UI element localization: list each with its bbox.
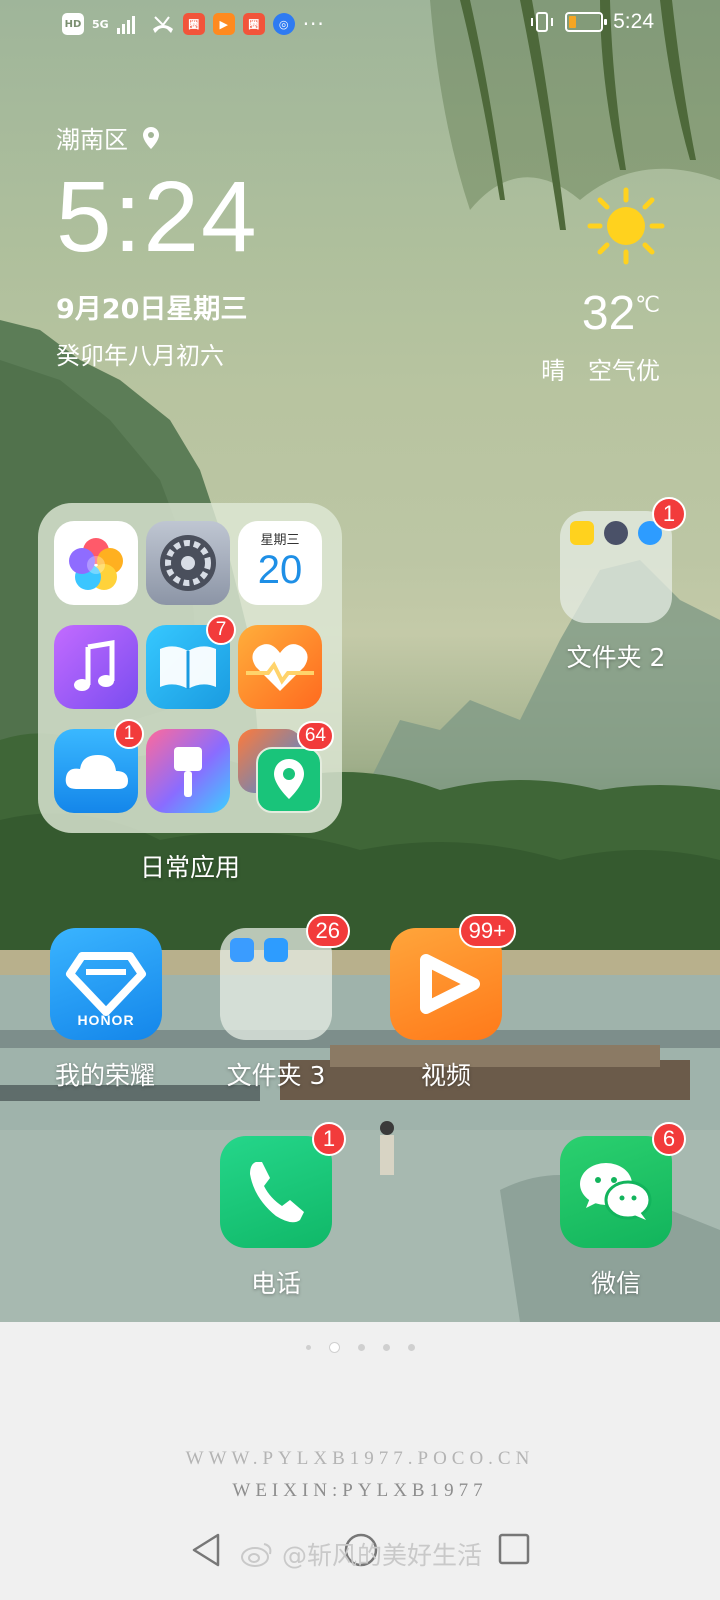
books-badge: 7 xyxy=(206,615,236,645)
wechat-badge: 6 xyxy=(652,1122,686,1156)
wechat-app-icon[interactable]: 6 xyxy=(560,1122,686,1248)
video-notification-icon: ▶ xyxy=(212,13,235,35)
weather-description: 晴 空气优 xyxy=(541,351,660,386)
folder-3-badge: 26 xyxy=(305,914,350,948)
battery-icon xyxy=(565,12,608,32)
folder-daily-apps[interactable]: 星期三 20 7 1 64 xyxy=(38,503,342,833)
folder-3[interactable]: 26 xyxy=(220,914,350,1040)
video-app-icon[interactable]: 99+ xyxy=(390,914,516,1040)
browser-notification-icon: ◎ xyxy=(272,13,295,35)
honor-app-icon[interactable]: HONOR xyxy=(50,928,162,1040)
more-icon: ··· xyxy=(302,12,325,36)
missed-call-icon xyxy=(152,16,173,33)
watermark-weixin: WEIXIN:PYLXB1977 xyxy=(232,1480,488,1501)
temperature-unit: ℃ xyxy=(635,292,660,317)
weather-condition: 晴 xyxy=(541,357,566,385)
settings-icon[interactable] xyxy=(146,521,230,605)
folder-2[interactable]: 1 xyxy=(560,497,686,623)
watermark-url: WWW.PYLXB1977.POCO.CN xyxy=(185,1448,535,1469)
5g-signal-icon: 5G xyxy=(92,19,109,30)
back-icon[interactable] xyxy=(190,1532,222,1568)
mini-app-market-icon xyxy=(264,938,288,962)
air-quality-label: 空气优 xyxy=(588,357,660,385)
page-dot[interactable] xyxy=(357,1344,365,1351)
clock-widget[interactable]: 潮南区 5:24 9月20日星期三 癸卯年八月初六 xyxy=(56,120,259,371)
location-badge: 64 xyxy=(296,721,334,751)
network-type-label: 5G xyxy=(92,17,109,31)
phone-badge: 1 xyxy=(312,1122,346,1156)
temperature-label: 32℃ xyxy=(541,286,660,341)
app-notification-icon: 圈 xyxy=(182,13,205,35)
mini-honor-store-icon xyxy=(230,938,254,962)
wechat-app-label: 微信 xyxy=(590,1269,641,1298)
signal-icon xyxy=(116,16,135,34)
page-dot[interactable] xyxy=(305,1345,311,1350)
sun-icon xyxy=(587,187,665,265)
page-dot[interactable] xyxy=(382,1344,390,1351)
weibo-handle: @斩风的美好生活 xyxy=(282,1541,483,1570)
music-icon[interactable] xyxy=(54,625,138,709)
app-notification-icon: 圈 xyxy=(242,13,265,35)
calendar-weekday: 星期三 xyxy=(260,533,300,548)
video-badge: 99+ xyxy=(458,914,516,948)
honor-logo-text: HONOR xyxy=(77,1012,135,1028)
cloud-icon[interactable]: 1 xyxy=(54,719,144,813)
folder-daily-apps-label: 日常应用 xyxy=(139,853,240,882)
folder-2-badge: 1 xyxy=(652,497,686,531)
clock-time: 5:24 xyxy=(56,161,259,273)
folder-2-label: 文件夹 2 xyxy=(566,643,666,672)
weibo-watermark: @斩风的美好生活 xyxy=(240,1536,482,1572)
location-pin-icon xyxy=(143,126,159,149)
bottom-area: WWW.PYLXB1977.POCO.CN WEIXIN:PYLXB1977 @… xyxy=(0,1322,720,1600)
mini-app-icon xyxy=(570,521,594,545)
temperature-value: 32 xyxy=(581,287,636,340)
weather-widget[interactable]: 32℃ 晴 空气优 xyxy=(541,186,665,386)
location-label: 潮南区 xyxy=(56,126,128,154)
status-time: 5:24 xyxy=(613,10,654,33)
lunar-date-label: 癸卯年八月初六 xyxy=(56,342,224,370)
recents-icon[interactable] xyxy=(497,1532,531,1566)
gallery-icon[interactable] xyxy=(54,521,138,605)
honor-app-label: 我的荣耀 xyxy=(54,1061,155,1090)
phone-app-icon[interactable]: 1 xyxy=(220,1122,346,1248)
page-dot-active[interactable] xyxy=(328,1342,340,1353)
folder-3-label: 文件夹 3 xyxy=(226,1061,326,1090)
location-icon[interactable]: 64 xyxy=(238,721,334,813)
vibrate-icon xyxy=(531,12,554,32)
video-app-label: 视频 xyxy=(420,1061,471,1090)
page-dot[interactable] xyxy=(407,1344,415,1351)
themes-icon[interactable] xyxy=(146,729,230,813)
weibo-logo-icon xyxy=(241,1543,272,1567)
status-bar: HD 5G 圈 ▶ 圈 ◎ ··· 5:24 xyxy=(0,0,720,50)
health-icon[interactable] xyxy=(238,625,322,709)
books-icon[interactable]: 7 xyxy=(146,615,236,709)
page-indicator[interactable] xyxy=(0,1342,720,1353)
cloud-badge: 1 xyxy=(114,719,144,749)
mini-camera-icon xyxy=(604,521,628,545)
date-label: 9月20日星期三 xyxy=(56,294,248,325)
phone-app-label: 电话 xyxy=(250,1269,301,1298)
calendar-icon[interactable]: 星期三 20 xyxy=(238,521,322,605)
calendar-day: 20 xyxy=(257,548,303,592)
hd-icon: HD xyxy=(62,13,84,35)
